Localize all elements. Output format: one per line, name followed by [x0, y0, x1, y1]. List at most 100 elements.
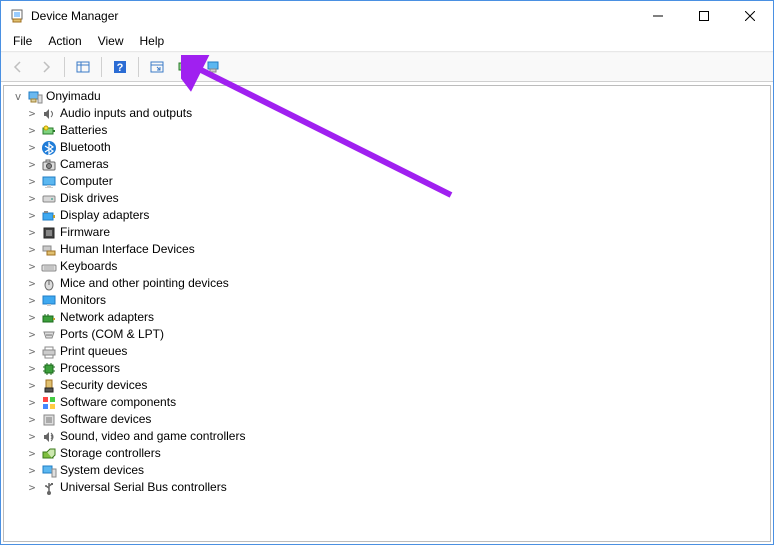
expand-toggle-icon[interactable]: >	[24, 122, 40, 139]
svg-text:?: ?	[117, 62, 124, 74]
expand-toggle-icon[interactable]: >	[24, 190, 40, 207]
scan-hardware-button[interactable]	[172, 54, 198, 80]
maximize-button[interactable]	[681, 1, 727, 31]
tree-item-label: Processors	[58, 360, 120, 377]
ports-icon	[40, 327, 58, 343]
storage-controller-icon	[40, 446, 58, 462]
expand-toggle-icon[interactable]: >	[24, 479, 40, 496]
network-adapter-icon	[40, 310, 58, 326]
expand-toggle-icon[interactable]: >	[24, 377, 40, 394]
show-hide-console-tree-button[interactable]	[70, 54, 96, 80]
menu-file[interactable]: File	[7, 33, 38, 49]
tree-item-label: Software components	[58, 394, 176, 411]
content-area: v Onyimadu > Audio inputs and outputs > …	[1, 82, 773, 544]
tree-root[interactable]: v Onyimadu	[4, 88, 770, 105]
help-button[interactable]: ?	[107, 54, 133, 80]
tree-item-label: Display adapters	[58, 207, 149, 224]
close-button[interactable]	[727, 1, 773, 31]
tree-item[interactable]: > Audio inputs and outputs	[4, 105, 770, 122]
menu-help[interactable]: Help	[134, 33, 171, 49]
expand-toggle-icon[interactable]: >	[24, 156, 40, 173]
display-adapter-icon	[40, 208, 58, 224]
toolbar: ?	[1, 52, 773, 82]
expand-toggle-icon[interactable]: >	[24, 173, 40, 190]
tree-item[interactable]: > Universal Serial Bus controllers	[4, 479, 770, 496]
tree-item-label: Mice and other pointing devices	[58, 275, 229, 292]
expand-toggle-icon[interactable]: >	[24, 445, 40, 462]
tree-item-label: System devices	[58, 462, 144, 479]
tree-item-label: Disk drives	[58, 190, 119, 207]
tree-item[interactable]: > Disk drives	[4, 190, 770, 207]
software-component-icon	[40, 395, 58, 411]
print-queue-icon	[40, 344, 58, 360]
tree-item-label: Human Interface Devices	[58, 241, 195, 258]
tree-item[interactable]: > Processors	[4, 360, 770, 377]
back-button[interactable]	[5, 54, 31, 80]
tree-item[interactable]: > Software components	[4, 394, 770, 411]
expand-toggle-icon[interactable]: >	[24, 241, 40, 258]
toolbar-separator	[101, 57, 102, 77]
tree-item[interactable]: > Bluetooth	[4, 139, 770, 156]
tree-item[interactable]: > Display adapters	[4, 207, 770, 224]
tree-item[interactable]: > Print queues	[4, 343, 770, 360]
tree-item[interactable]: > Sound, video and game controllers	[4, 428, 770, 445]
expand-toggle-icon[interactable]: >	[24, 411, 40, 428]
expand-toggle-icon[interactable]: >	[24, 292, 40, 309]
tree-item-label: Keyboards	[58, 258, 117, 275]
software-device-icon	[40, 412, 58, 428]
tree-item[interactable]: > Mice and other pointing devices	[4, 275, 770, 292]
tree-item[interactable]: > Ports (COM & LPT)	[4, 326, 770, 343]
tree-item[interactable]: > Monitors	[4, 292, 770, 309]
tree-item[interactable]: > Software devices	[4, 411, 770, 428]
battery-icon	[40, 123, 58, 139]
tree-item-label: Security devices	[58, 377, 147, 394]
tree-item[interactable]: > Security devices	[4, 377, 770, 394]
expand-toggle-icon[interactable]: >	[24, 139, 40, 156]
expand-toggle-icon[interactable]: >	[24, 343, 40, 360]
expand-toggle-icon[interactable]: >	[24, 105, 40, 122]
collapse-toggle-icon[interactable]: v	[10, 88, 26, 105]
expand-toggle-icon[interactable]: >	[24, 275, 40, 292]
camera-icon	[40, 157, 58, 173]
expand-toggle-icon[interactable]: >	[24, 394, 40, 411]
tree-item-label: Universal Serial Bus controllers	[58, 479, 227, 496]
device-tree[interactable]: v Onyimadu > Audio inputs and outputs > …	[3, 85, 771, 542]
expand-toggle-icon[interactable]: >	[24, 462, 40, 479]
tree-item[interactable]: > Keyboards	[4, 258, 770, 275]
expand-toggle-icon[interactable]: >	[24, 326, 40, 343]
security-device-icon	[40, 378, 58, 394]
expand-toggle-icon[interactable]: >	[24, 309, 40, 326]
disk-drive-icon	[40, 191, 58, 207]
tree-root-label: Onyimadu	[44, 88, 101, 105]
expand-toggle-icon[interactable]: >	[24, 207, 40, 224]
menu-action[interactable]: Action	[42, 33, 87, 49]
tree-item-label: Network adapters	[58, 309, 154, 326]
monitor-icon	[40, 293, 58, 309]
menu-view[interactable]: View	[92, 33, 130, 49]
processor-icon	[40, 361, 58, 377]
tree-item[interactable]: > System devices	[4, 462, 770, 479]
expand-toggle-icon[interactable]: >	[24, 428, 40, 445]
tree-item[interactable]: > Storage controllers	[4, 445, 770, 462]
expand-toggle-icon[interactable]: >	[24, 258, 40, 275]
tree-item-label: Audio inputs and outputs	[58, 105, 192, 122]
system-device-icon	[40, 463, 58, 479]
forward-button[interactable]	[33, 54, 59, 80]
tree-item[interactable]: > Cameras	[4, 156, 770, 173]
tree-item[interactable]: > Human Interface Devices	[4, 241, 770, 258]
tree-item[interactable]: > Computer	[4, 173, 770, 190]
expand-toggle-icon[interactable]: >	[24, 224, 40, 241]
add-legacy-hardware-button[interactable]	[200, 54, 226, 80]
tree-item-label: Batteries	[58, 122, 107, 139]
toolbar-separator	[64, 57, 65, 77]
mouse-icon	[40, 276, 58, 292]
expand-toggle-icon[interactable]: >	[24, 360, 40, 377]
tree-item-label: Bluetooth	[58, 139, 111, 156]
toolbar-separator	[138, 57, 139, 77]
tree-item[interactable]: > Network adapters	[4, 309, 770, 326]
action-window-button[interactable]	[144, 54, 170, 80]
minimize-button[interactable]	[635, 1, 681, 31]
tree-item[interactable]: > Firmware	[4, 224, 770, 241]
tree-item[interactable]: > Batteries	[4, 122, 770, 139]
tree-item-label: Print queues	[58, 343, 127, 360]
